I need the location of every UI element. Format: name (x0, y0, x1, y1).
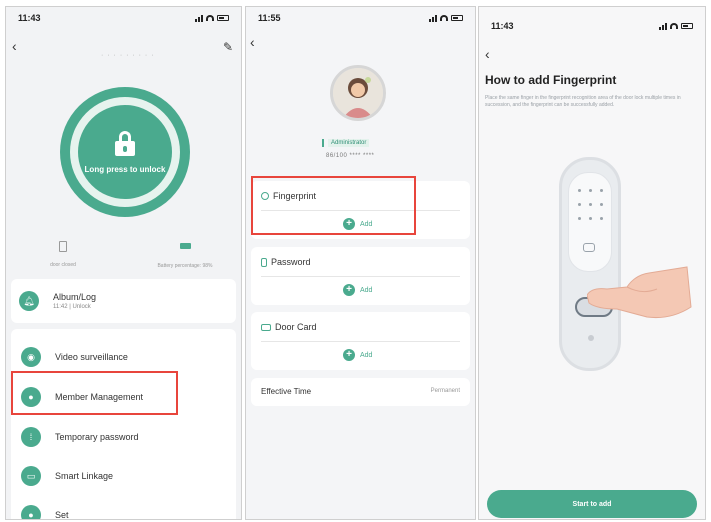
plus-icon: + (343, 349, 355, 361)
status-bar: 11:43 (6, 7, 241, 29)
wifi-icon (670, 23, 678, 29)
wifi-icon (440, 15, 448, 21)
password-title: Password (261, 257, 311, 267)
signal-icon (659, 22, 667, 30)
instructions-text: Place the same finger in the fingerprint… (485, 95, 681, 108)
status-bar: 11:55 (246, 7, 475, 29)
bell-icon: 🔔︎ (19, 291, 39, 311)
wifi-icon (206, 15, 214, 21)
card-icon (261, 323, 271, 331)
battery-icon (217, 15, 229, 21)
menu-item-temporary-password[interactable]: ⁞ Temporary password (21, 427, 139, 447)
status-icons (195, 14, 229, 22)
status-icons (429, 14, 463, 22)
album-subtitle: 11:42 | Unlock (53, 304, 91, 310)
album-log-card[interactable]: 🔔︎ Album/Log 11:42 | Unlock (11, 279, 236, 323)
door-card-title: Door Card (261, 322, 317, 332)
menu-item-smart-linkage[interactable]: ▭ Smart Linkage (21, 466, 113, 486)
device-name: · · · · · · · · · (101, 52, 155, 59)
edit-icon[interactable]: ✎ (223, 40, 233, 54)
effective-time-value: Permanent (430, 388, 460, 394)
password-section: Password + Add (251, 247, 470, 305)
badge-bar (322, 139, 324, 147)
door-status: door closed (38, 241, 88, 268)
plus-icon: + (343, 284, 355, 296)
page-title: How to add Fingerprint (485, 73, 617, 87)
status-bar: 11:43 (479, 15, 705, 37)
signal-icon (429, 14, 437, 22)
status-icons (659, 22, 693, 30)
effective-time-row[interactable]: Effective Time Permanent (251, 378, 470, 406)
avatar-image (333, 68, 383, 118)
lock-home-screen: 11:43 ‹ ✎ · · · · · · · · · Long press t… (5, 6, 242, 520)
door-icon (59, 241, 67, 252)
add-door-card-button[interactable]: + Add (343, 349, 372, 361)
hand-icon (587, 266, 692, 318)
menu-card: ◉ Video surveillance ● Member Management… (11, 329, 236, 519)
door-card-section: Door Card + Add (251, 312, 470, 370)
signal-icon (195, 14, 203, 22)
door-lock-illustration (559, 157, 621, 371)
keypad-panel (568, 172, 612, 272)
battery-icon (451, 15, 463, 21)
battery-status: Battery percentage: 98% (136, 243, 234, 269)
status-time: 11:43 (18, 13, 41, 23)
album-title: Album/Log (53, 292, 97, 302)
member-detail-screen: 11:55 ‹ Administrator 86/100 **** **** F… (245, 6, 476, 520)
unlock-label: Long press to unlock (84, 164, 166, 174)
add-password-button[interactable]: + Add (343, 284, 372, 296)
divider (261, 276, 460, 277)
menu-item-set[interactable]: ● Set (21, 505, 69, 519)
phone-icon (261, 257, 267, 267)
add-fingerprint-screen: 11:43 ‹ How to add Fingerprint Place the… (478, 6, 706, 520)
member-management-highlight (11, 371, 178, 415)
divider (261, 341, 460, 342)
menu-item-video-surveillance[interactable]: ◉ Video surveillance (21, 347, 128, 367)
status-time: 11:43 (491, 21, 514, 31)
battery-icon (681, 23, 693, 29)
status-time: 11:55 (258, 13, 281, 23)
start-to-add-button[interactable]: Start to add (487, 490, 697, 518)
battery-level-icon (179, 243, 191, 249)
unlock-button[interactable]: Long press to unlock (60, 87, 190, 217)
toggle-icon: ▭ (21, 466, 41, 486)
back-button[interactable]: ‹ (250, 35, 255, 49)
back-button[interactable]: ‹ (12, 39, 17, 53)
fingerprint-highlight (251, 176, 416, 235)
back-button[interactable]: ‹ (485, 47, 490, 61)
role-badge: Administrator (328, 139, 370, 147)
effective-time-label: Effective Time (261, 387, 312, 396)
avatar[interactable] (330, 65, 386, 121)
user-id: 86/100 **** **** (326, 153, 375, 159)
keypad-icon: ⁞ (21, 427, 41, 447)
lock-icon (114, 130, 136, 157)
gear-icon: ● (21, 505, 41, 519)
video-icon: ◉ (21, 347, 41, 367)
